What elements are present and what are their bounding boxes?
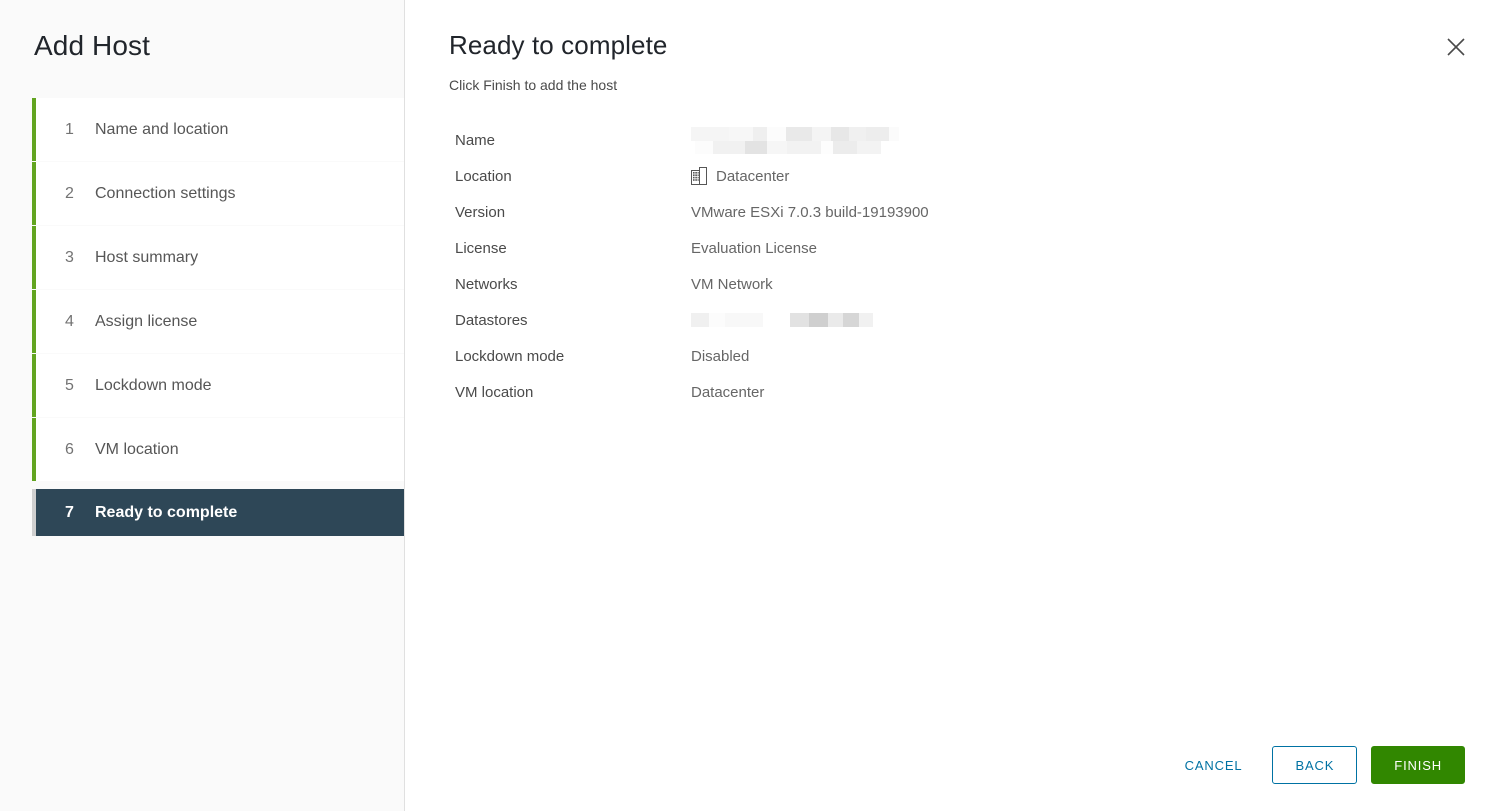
cancel-button[interactable]: Cancel [1167, 747, 1261, 783]
step-number: 3 [65, 248, 74, 266]
step-number: 2 [65, 184, 74, 202]
wizard-sidebar: Add Host 1 Name and location 2 Connectio… [0, 0, 405, 811]
datacenter-icon [691, 167, 708, 185]
summary-value: VMware ESXi 7.0.3 build-19193900 [691, 204, 929, 221]
step-number: 7 [65, 503, 74, 521]
summary-label: Datastores [455, 311, 528, 329]
sidebar-step-lockdown-mode[interactable]: 5 Lockdown mode [32, 354, 404, 418]
summary-row: License Evaluation License [455, 230, 1215, 266]
summary-value-text: VMware ESXi 7.0.3 build-19193900 [691, 203, 929, 221]
summary-label: VM location [455, 383, 534, 401]
summary-value [691, 309, 873, 331]
summary-row: Location Datacenter [455, 158, 1215, 194]
step-label: VM location [95, 440, 179, 458]
summary-value [691, 125, 899, 155]
summary-value-text: Disabled [691, 347, 750, 365]
sidebar-step-vm-location[interactable]: 6 VM location [32, 418, 404, 482]
sidebar-step-name-and-location[interactable]: 1 Name and location [32, 98, 404, 162]
step-label: Name and location [95, 120, 229, 138]
summary-value-text: Datacenter [691, 383, 765, 401]
redacted-host-name [691, 125, 899, 155]
step-label: Ready to complete [95, 503, 238, 521]
summary-value: Evaluation License [691, 240, 817, 257]
summary-value: VM Network [691, 276, 773, 293]
sidebar-step-host-summary[interactable]: 3 Host summary [32, 226, 404, 290]
wizard-title: Add Host [34, 30, 150, 61]
sidebar-step-assign-license[interactable]: 4 Assign license [32, 290, 404, 354]
summary-row: Datastores [455, 302, 1215, 338]
step-number: 1 [65, 120, 74, 138]
step-label: Assign license [95, 312, 198, 330]
summary-row: Name [455, 122, 1215, 158]
summary-value: Datacenter [691, 167, 789, 185]
add-host-wizard: Add Host 1 Name and location 2 Connectio… [0, 0, 1497, 811]
summary-row: Lockdown mode Disabled [455, 338, 1215, 374]
step-label: Lockdown mode [95, 376, 212, 394]
summary-label: Lockdown mode [455, 347, 565, 365]
summary-label: Name [455, 131, 496, 149]
summary-value: Disabled [691, 348, 749, 365]
close-button[interactable] [1437, 28, 1475, 66]
summary-value-text: Datacenter [716, 167, 790, 185]
finish-button[interactable]: Finish [1371, 746, 1465, 784]
wizard-footer: Cancel Back Finish [1167, 746, 1465, 784]
summary-row: Networks VM Network [455, 266, 1215, 302]
summary-label: Networks [455, 275, 518, 293]
sidebar-step-ready-to-complete[interactable]: 7 Ready to complete [32, 489, 404, 536]
back-button[interactable]: Back [1272, 746, 1358, 784]
wizard-content: Ready to complete Click Finish to add th… [405, 0, 1497, 811]
close-icon [1445, 36, 1467, 58]
step-label: Connection settings [95, 184, 236, 202]
step-number: 6 [65, 440, 74, 458]
wizard-step-list: 1 Name and location 2 Connection setting… [32, 98, 404, 537]
summary-row: VM location Datacenter [455, 374, 1215, 410]
page-subtitle: Click Finish to add the host [449, 77, 618, 93]
sidebar-step-connection-settings[interactable]: 2 Connection settings [32, 162, 404, 226]
summary-value: Datacenter [691, 384, 764, 401]
summary-value-text: VM Network [691, 275, 773, 293]
step-number: 5 [65, 376, 74, 394]
summary-label: Version [455, 203, 506, 221]
summary-row: Version VMware ESXi 7.0.3 build-19193900 [455, 194, 1215, 230]
summary-table: Name Location Datacenter Version VMware … [455, 122, 1215, 410]
redacted-datastores [691, 309, 873, 331]
step-label: Host summary [95, 248, 199, 266]
step-number: 4 [65, 312, 74, 330]
page-title: Ready to complete [449, 30, 668, 60]
summary-label: Location [455, 167, 512, 185]
summary-value-text: Evaluation License [691, 239, 817, 257]
summary-label: License [455, 239, 507, 257]
